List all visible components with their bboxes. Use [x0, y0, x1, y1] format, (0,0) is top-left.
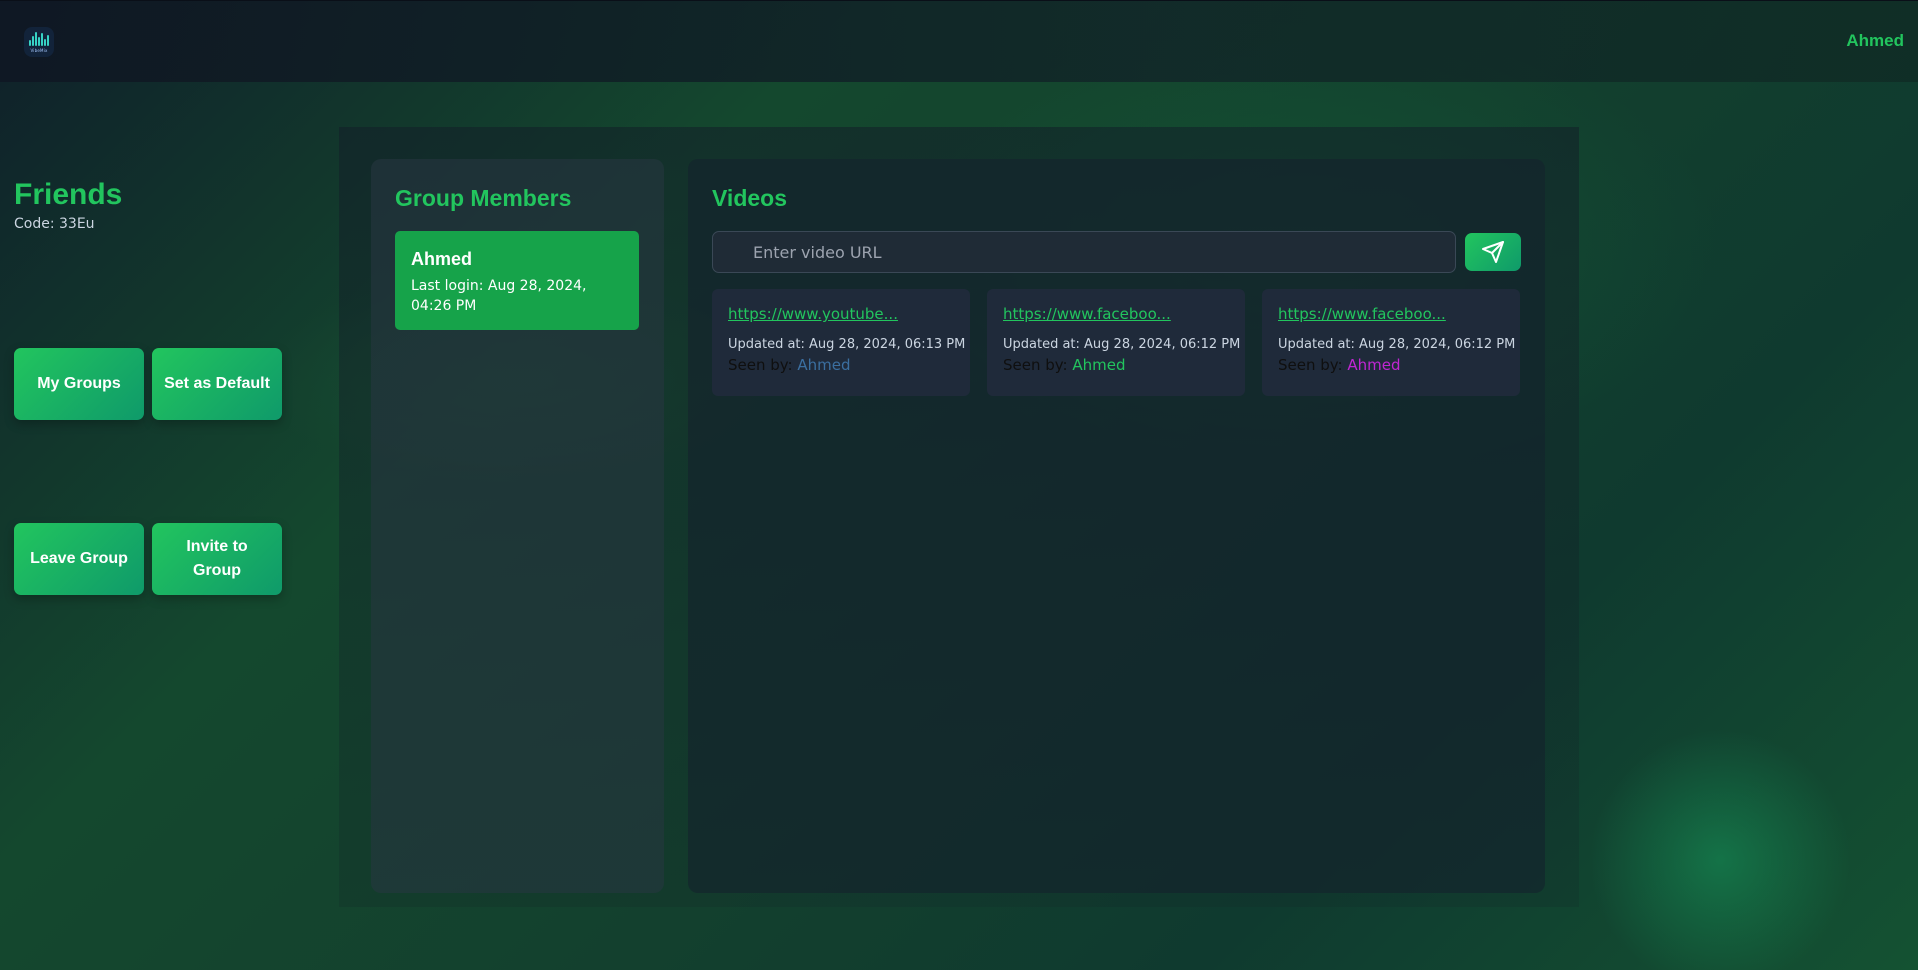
group-code: Code: 33Eu	[14, 216, 95, 232]
member-card[interactable]: Ahmed Last login: Aug 28, 2024, 04:26 PM	[395, 231, 639, 330]
video-link[interactable]: https://www.faceboo...	[1278, 305, 1504, 323]
group-members-title: Group Members	[395, 185, 572, 211]
video-seen-by: Seen by: Ahmed	[1003, 356, 1229, 374]
send-icon	[1482, 241, 1504, 263]
send-button[interactable]	[1465, 233, 1521, 271]
video-updated-at: Updated at: Aug 28, 2024, 06:13 PM	[728, 337, 966, 352]
logo-bars	[29, 31, 49, 46]
seen-by-label: Seen by:	[1278, 356, 1343, 374]
seen-by-label: Seen by:	[728, 356, 793, 374]
video-updated-at: Updated at: Aug 28, 2024, 06:12 PM	[1003, 337, 1241, 352]
logo-icon[interactable]: VibeMix	[24, 27, 54, 57]
video-card: https://www.faceboo... Updated at: Aug 2…	[987, 289, 1245, 396]
seen-by-label: Seen by:	[1003, 356, 1068, 374]
my-groups-button[interactable]: My Groups	[14, 348, 144, 420]
set-as-default-button[interactable]: Set as Default	[152, 348, 282, 420]
group-title: Friends	[14, 178, 123, 211]
leave-group-button[interactable]: Leave Group	[14, 523, 144, 595]
user-name-link[interactable]: Ahmed	[1846, 31, 1904, 51]
video-updated-at: Updated at: Aug 28, 2024, 06:12 PM	[1278, 337, 1516, 352]
seen-by-user: Ahmed	[1347, 356, 1401, 374]
videos-title: Videos	[712, 185, 787, 211]
member-name: Ahmed	[411, 249, 473, 269]
logo-text: VibeMix	[30, 47, 48, 53]
video-seen-by: Seen by: Ahmed	[728, 356, 954, 374]
video-link[interactable]: https://www.faceboo...	[1003, 305, 1229, 323]
member-last-login: Last login: Aug 28, 2024, 04:26 PM	[411, 278, 587, 314]
seen-by-user: Ahmed	[1072, 356, 1126, 374]
video-card: https://www.faceboo... Updated at: Aug 2…	[1262, 289, 1520, 396]
video-link[interactable]: https://www.youtube...	[728, 305, 954, 323]
invite-to-group-button[interactable]: Invite to Group	[152, 523, 282, 595]
video-card: https://www.youtube... Updated at: Aug 2…	[712, 289, 970, 396]
video-seen-by: Seen by: Ahmed	[1278, 356, 1504, 374]
top-bar: VibeMix Ahmed	[0, 0, 1918, 82]
seen-by-user: Ahmed	[797, 356, 851, 374]
group-members-panel: Group Members Ahmed Last login: Aug 28, …	[371, 159, 664, 893]
videos-panel: Videos https://www.youtube... Updated at…	[688, 159, 1545, 893]
video-url-input[interactable]	[712, 231, 1456, 273]
